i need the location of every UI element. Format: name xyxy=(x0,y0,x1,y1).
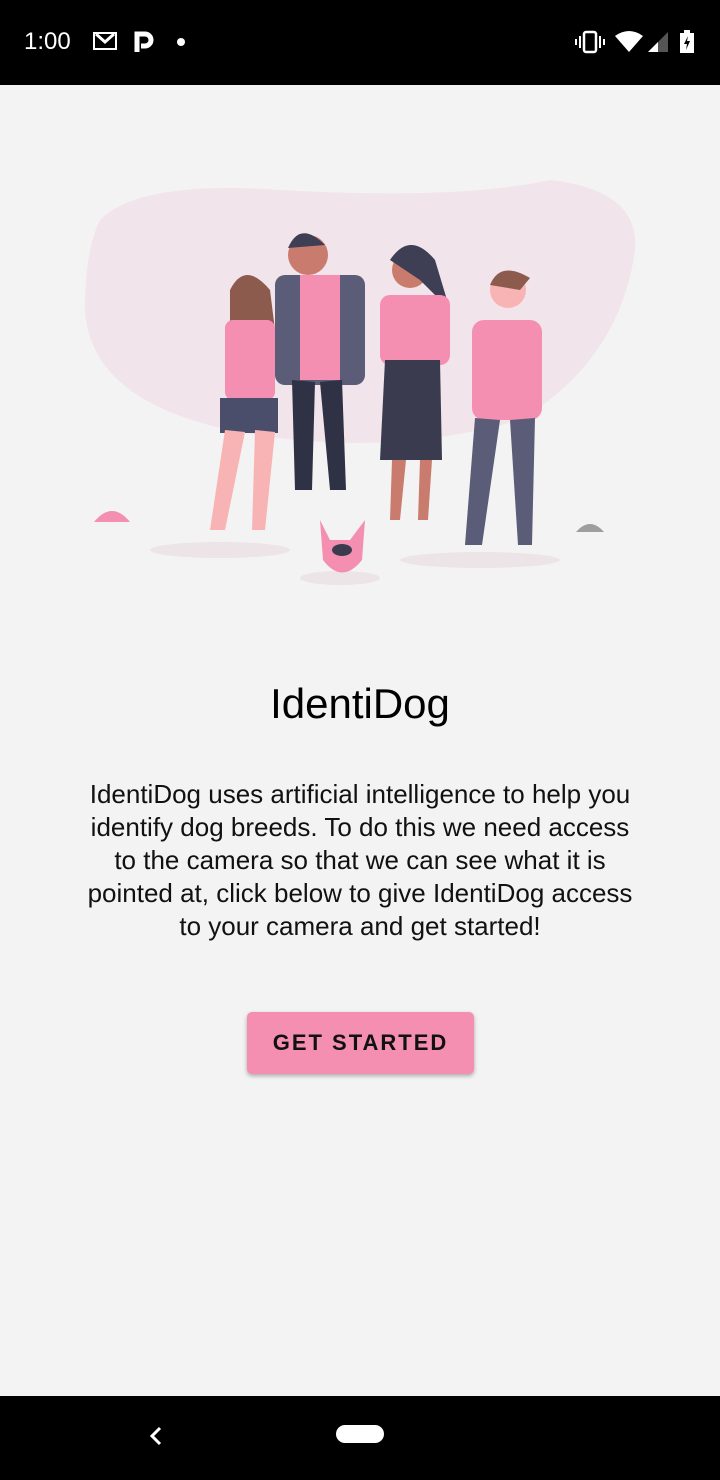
dot-icon xyxy=(177,38,185,46)
home-pill[interactable] xyxy=(336,1425,384,1443)
gmail-icon xyxy=(93,32,117,50)
navigation-bar xyxy=(0,1396,720,1480)
status-time: 1:00 xyxy=(24,28,71,55)
wifi-icon xyxy=(615,31,643,52)
app-description: IdentiDog uses artificial intelligence t… xyxy=(87,779,633,941)
people-and-dog-illustration xyxy=(85,180,636,585)
get-started-button[interactable]: GET STARTED xyxy=(247,1012,474,1074)
app-title: IdentiDog xyxy=(270,680,450,727)
parking-icon xyxy=(134,31,154,52)
battery-charging-icon xyxy=(680,30,694,53)
status-bar: 1:00 xyxy=(0,0,720,85)
back-icon[interactable] xyxy=(146,1424,164,1448)
signal-icon xyxy=(648,32,668,52)
vibrate-icon xyxy=(575,30,605,54)
